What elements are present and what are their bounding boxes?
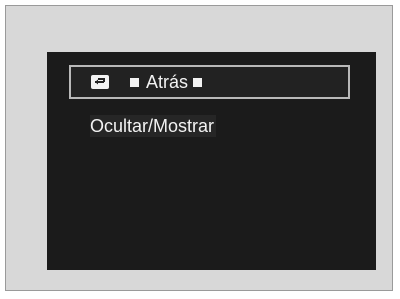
- device-screen: Atrás Ocultar/Mostrar: [47, 52, 376, 270]
- figure-frame: Atrás Ocultar/Mostrar: [5, 5, 393, 291]
- back-label: Atrás: [146, 72, 189, 92]
- back-menu-item[interactable]: Atrás: [69, 65, 350, 99]
- return-arrow-icon: [91, 75, 109, 89]
- square-marker-icon: [193, 77, 203, 87]
- hide-show-menu-item[interactable]: Ocultar/Mostrar: [90, 115, 217, 137]
- square-marker-icon: [130, 77, 139, 87]
